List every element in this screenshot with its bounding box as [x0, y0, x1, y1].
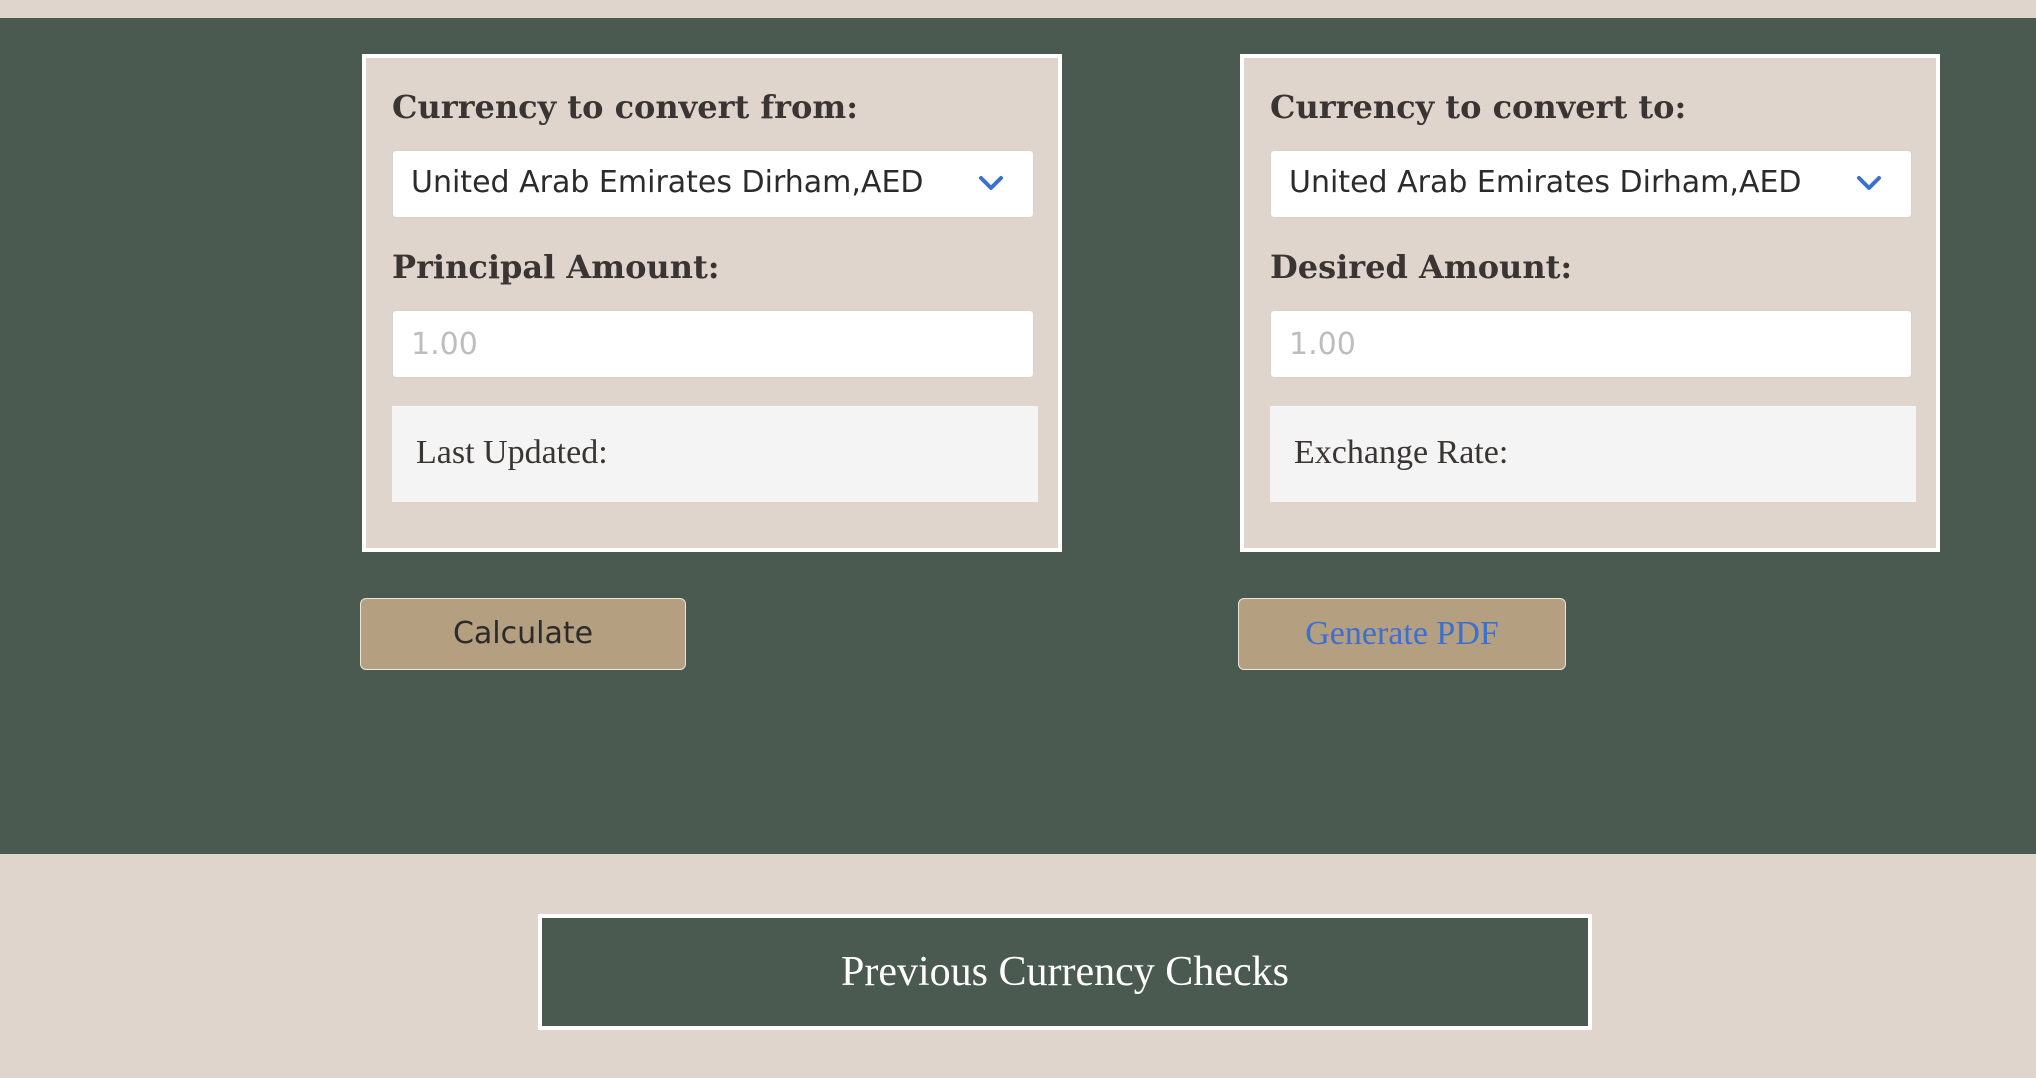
from-currency-selected-value: United Arab Emirates Dirham,AED — [411, 165, 924, 200]
last-updated-text: Last Updated: — [416, 434, 608, 471]
calculate-button[interactable]: Calculate — [360, 598, 686, 670]
to-currency-label: Currency to convert to: — [1270, 88, 1687, 126]
to-currency-select[interactable]: United Arab Emirates Dirham,AED — [1270, 150, 1912, 218]
desired-amount-input[interactable] — [1270, 310, 1912, 378]
from-currency-select[interactable]: United Arab Emirates Dirham,AED — [392, 150, 1034, 218]
principal-amount-input[interactable] — [392, 310, 1034, 378]
previous-currency-checks-button[interactable]: Previous Currency Checks — [538, 914, 1592, 1030]
exchange-rate-box: Exchange Rate: — [1270, 406, 1916, 502]
to-currency-selected-value: United Arab Emirates Dirham,AED — [1289, 165, 1802, 200]
chevron-down-icon — [1857, 176, 1881, 190]
chevron-down-icon — [979, 176, 1003, 190]
from-currency-panel: Currency to convert from: United Arab Em… — [362, 54, 1062, 552]
generate-pdf-button[interactable]: Generate PDF — [1238, 598, 1566, 670]
from-currency-label: Currency to convert from: — [392, 88, 859, 126]
to-currency-panel: Currency to convert to: United Arab Emir… — [1240, 54, 1940, 552]
principal-amount-label: Principal Amount: — [392, 248, 720, 286]
last-updated-box: Last Updated: — [392, 406, 1038, 502]
top-strip — [0, 0, 2036, 18]
desired-amount-label: Desired Amount: — [1270, 248, 1573, 286]
page: Currency to convert from: United Arab Em… — [0, 0, 2036, 1078]
exchange-rate-text: Exchange Rate: — [1294, 434, 1509, 471]
